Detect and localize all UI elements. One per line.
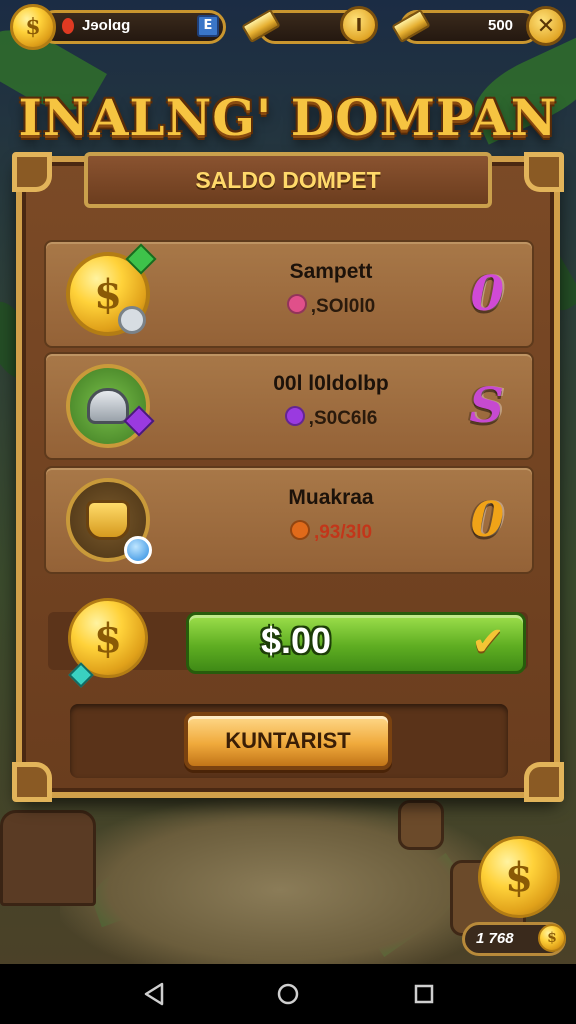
coin-counter-value: 1 768 <box>476 930 514 947</box>
panel-corner-bl <box>12 762 52 802</box>
row-amount: ,93/3l0 <box>206 520 456 544</box>
kuntarist-button[interactable]: KUNTARIST <box>184 712 392 770</box>
checkmark-icon[interactable]: ✔ <box>466 620 510 664</box>
gold-level-button[interactable]: I <box>340 6 378 44</box>
row-badge: 0 <box>470 266 504 322</box>
row-name: 00l l0ldolbp <box>273 372 389 395</box>
back-icon[interactable] <box>138 978 170 1010</box>
home-icon[interactable] <box>272 978 304 1010</box>
player-name: Jɘolɑg <box>82 17 131 34</box>
gem-icon <box>289 520 310 540</box>
system-navbar <box>0 964 576 1024</box>
recents-icon[interactable] <box>408 978 440 1010</box>
wallet-row[interactable]: Muakraa ,93/3l0 0 <box>44 466 534 574</box>
moon-icon <box>62 18 74 34</box>
wallet-row[interactable]: $ Sampett ,SOl0l0 0 <box>44 240 534 348</box>
panel-corner-tl <box>12 152 52 192</box>
row-amount: ,SOl0l0 <box>206 294 456 318</box>
panel-corner-tr <box>524 152 564 192</box>
balance-value: $.00 <box>260 620 332 661</box>
row-badge: S <box>469 378 504 434</box>
treasure-chest-decoration <box>0 810 96 906</box>
big-coin-icon[interactable]: $ <box>478 836 560 918</box>
currency-badge[interactable]: E <box>197 15 219 37</box>
row-amount: ,S0C6l6 <box>206 406 456 430</box>
gem-icon <box>286 294 307 314</box>
gold-amount: 500 <box>488 17 514 34</box>
silver-ring-icon <box>118 306 146 334</box>
small-coin-icon: $ <box>538 924 566 952</box>
close-button[interactable]: ✕ <box>526 6 566 46</box>
panel-corner-br <box>524 762 564 802</box>
gem-icon <box>284 406 305 426</box>
player-coin-avatar[interactable]: $ <box>10 4 56 50</box>
banner-title: SALDO DOMPET <box>195 166 381 193</box>
close-icon: ✕ <box>536 13 556 39</box>
blue-orb-icon <box>124 536 152 564</box>
action-button-label: KUNTARIST <box>225 728 351 753</box>
row-name: Sampett <box>289 260 373 283</box>
row-name: Muakraa <box>288 486 374 509</box>
row-badge: 0 <box>470 492 504 548</box>
wallet-row[interactable]: 00l l0ldolbp ,S0C6l6 S <box>44 352 534 460</box>
panel-banner: SALDO DOMPET <box>84 152 492 208</box>
page-title: INALNG' DOMPAN <box>18 88 558 147</box>
